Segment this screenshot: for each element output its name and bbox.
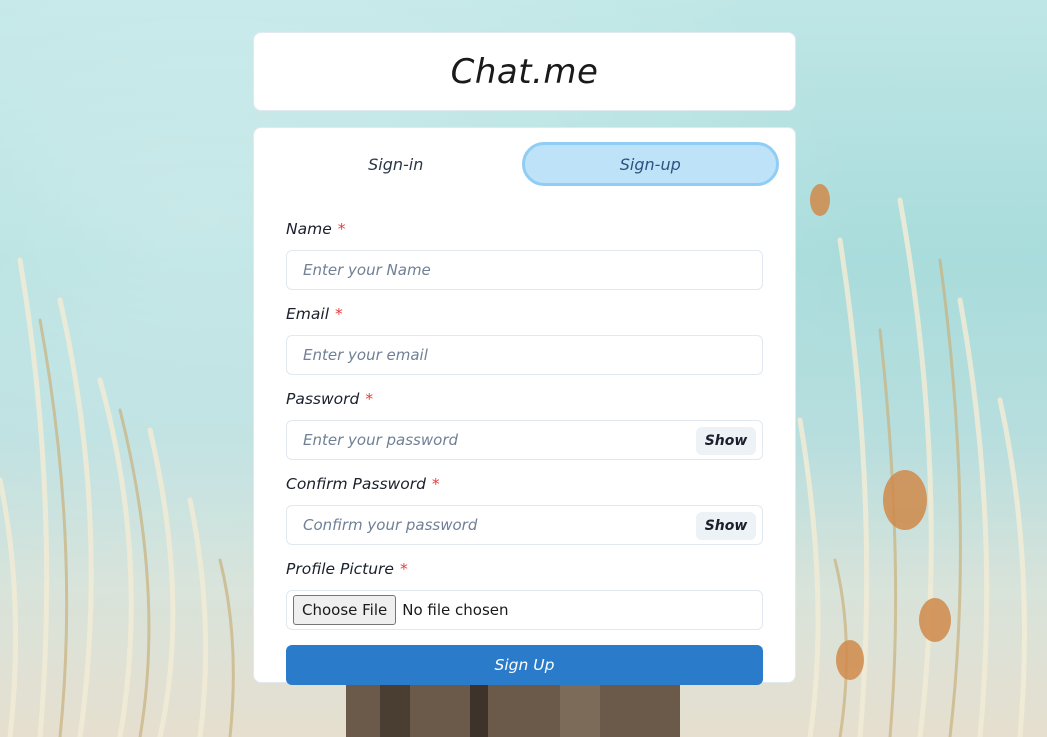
email-label: Email * <box>286 301 763 327</box>
profile-picture-label-text: Profile Picture <box>286 560 394 578</box>
password-field-wrapper: Show <box>286 420 763 460</box>
email-input[interactable] <box>287 336 762 374</box>
sign-up-form: Name * Email * Password * Show <box>270 216 779 685</box>
required-mark: * <box>431 475 440 493</box>
required-mark: * <box>335 305 343 323</box>
tab-sign-in[interactable]: Sign-in <box>270 142 522 186</box>
tab-sign-up[interactable]: Sign-up <box>521 142 779 186</box>
confirm-password-show-button[interactable]: Show <box>696 512 756 540</box>
confirm-password-label: Confirm Password * <box>286 471 763 497</box>
app-title: Chat.me <box>450 51 599 92</box>
name-label: Name * <box>286 216 763 242</box>
email-label-text: Email <box>286 305 330 323</box>
file-status-text: No file chosen <box>402 601 509 619</box>
name-label-text: Name <box>286 220 332 238</box>
required-mark: * <box>399 560 408 578</box>
profile-picture-label: Profile Picture * <box>286 556 763 582</box>
confirm-password-input[interactable] <box>287 506 762 544</box>
email-field-wrapper <box>286 335 763 375</box>
auth-tabs: Sign-in Sign-up <box>270 142 779 186</box>
confirm-password-field-wrapper: Show <box>286 505 763 545</box>
password-label: Password * <box>286 386 763 412</box>
auth-container: Chat.me Sign-in Sign-up Name * Email * P… <box>253 32 796 685</box>
sign-up-button[interactable]: Sign Up <box>286 645 763 685</box>
password-label-text: Password <box>286 390 360 408</box>
confirm-password-label-text: Confirm Password <box>286 475 426 493</box>
auth-form-card: Sign-in Sign-up Name * Email * Password … <box>253 127 796 685</box>
name-input[interactable] <box>287 251 762 289</box>
password-input[interactable] <box>287 421 762 459</box>
required-mark: * <box>337 220 346 238</box>
header-card: Chat.me <box>253 32 796 111</box>
choose-file-button[interactable]: Choose File <box>293 595 397 625</box>
name-field-wrapper <box>286 250 763 290</box>
profile-picture-field: Choose File No file chosen <box>286 590 763 630</box>
required-mark: * <box>365 390 374 408</box>
password-show-button[interactable]: Show <box>696 427 756 455</box>
